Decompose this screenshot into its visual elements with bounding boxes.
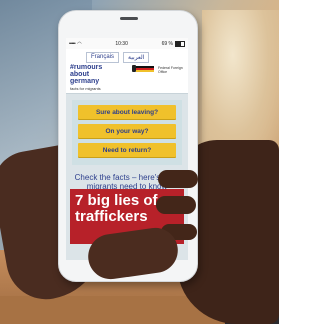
status-time: 10:30 (115, 40, 128, 47)
on-your-way-button[interactable]: On your way? (78, 124, 176, 138)
site-logo[interactable]: #rumours about germany (70, 64, 114, 85)
logo-line-1: #rumours (70, 64, 103, 71)
battery-percent: 69 % (161, 40, 173, 47)
question-panel: Sure about leaving? On your way? Need to… (72, 100, 182, 165)
finger (158, 170, 198, 188)
wifi-icon: ◠ (77, 40, 82, 47)
status-bar: ••••• ◠ 10:30 69 % (66, 38, 188, 49)
battery-icon (175, 40, 185, 47)
language-arabic[interactable]: العربية (123, 52, 150, 63)
language-french[interactable]: Français (86, 52, 120, 63)
signal-icon: ••••• (69, 40, 76, 47)
sure-about-leaving-button[interactable]: Sure about leaving? (78, 105, 176, 119)
need-to-return-button[interactable]: Need to return? (78, 143, 176, 157)
office-label: Federal Foreign Office (158, 66, 183, 74)
german-flag-icon (136, 66, 154, 72)
logo-line-3: germany (70, 78, 100, 85)
photo-scene: ••••• ◠ 10:30 69 % Français العربية #rum… (0, 0, 279, 324)
site-header: Français العربية #rumours about germany … (66, 49, 188, 94)
background-light (202, 10, 279, 160)
phone-speaker (120, 17, 138, 20)
finger (156, 196, 196, 214)
logo-subtitle: facts for migrants (70, 86, 101, 91)
language-switcher: Français العربية (86, 52, 184, 63)
logo-line-2: about (70, 71, 90, 78)
